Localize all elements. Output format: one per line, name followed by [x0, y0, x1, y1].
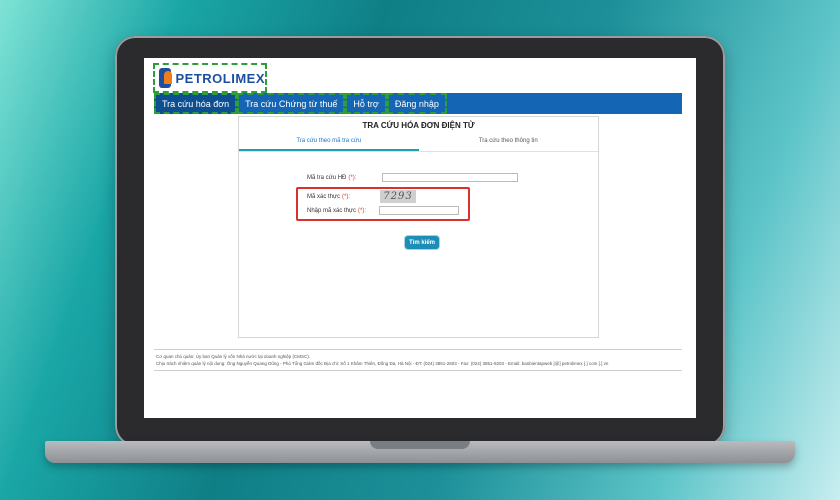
- main-navbar: Tra cứu hóa đơn Tra cứu Chứng từ thuế Hỗ…: [154, 93, 682, 114]
- captcha-input-label: Nhập mã xác thực: [307, 207, 357, 214]
- laptop-screen: PETROLIMEX Tra cứu hóa đơn Tra cứu Chứng…: [144, 58, 696, 418]
- captcha-row: Mã xác thực (*): 7293: [307, 190, 417, 203]
- page-title: TRA CỨU HÓA ĐƠN ĐIỆN TỬ: [362, 121, 475, 130]
- captcha-label: Mã xác thực: [307, 193, 341, 200]
- required-mark: (*):: [348, 174, 357, 181]
- footer-line-1: Cơ quan chủ quản: Ủy ban Quản lý vốn Nhà…: [156, 354, 310, 359]
- petrolimex-logo-icon: [159, 68, 173, 88]
- captcha-input-row: Nhập mã xác thực (*):: [307, 206, 460, 215]
- tab-lookup-by-info[interactable]: Tra cứu theo thông tin: [419, 138, 599, 151]
- lookup-panel: TRA CỨU HÓA ĐƠN ĐIỆN TỬ Tra cứu theo mã …: [238, 116, 599, 338]
- lookup-code-input[interactable]: [382, 173, 519, 182]
- tab-lookup-by-code[interactable]: Tra cứu theo mã tra cứu: [239, 138, 419, 151]
- footer-line-2: Chịu trách nhiệm quản lý nội dung: Ông N…: [156, 361, 609, 366]
- site-logo[interactable]: PETROLIMEX: [153, 63, 267, 93]
- site-footer: Cơ quan chủ quản: Ủy ban Quản lý vốn Nhà…: [154, 349, 682, 371]
- required-mark: (*):: [358, 207, 367, 214]
- captcha-input[interactable]: [379, 206, 460, 215]
- required-mark: (*):: [342, 193, 351, 200]
- nav-ho-tro[interactable]: Hỗ trợ: [345, 93, 387, 114]
- nav-dang-nhap[interactable]: Đăng nhập: [386, 93, 447, 114]
- nav-tra-cuu-hoa-don[interactable]: Tra cứu hóa đơn: [154, 93, 238, 114]
- logo-text: PETROLIMEX: [175, 70, 265, 86]
- search-button[interactable]: Tìm kiếm: [405, 236, 439, 249]
- nav-tra-cuu-chung-tu-thue[interactable]: Tra cứu Chứng từ thuế: [237, 93, 346, 114]
- lookup-code-label: Mã tra cứu HĐ: [307, 174, 347, 181]
- laptop-notch: [370, 441, 470, 449]
- captcha-image: 7293: [380, 190, 417, 203]
- lookup-code-row: Mã tra cứu HĐ (*):: [307, 173, 519, 182]
- lookup-tabs: Tra cứu theo mã tra cứu Tra cứu theo thô…: [239, 138, 598, 152]
